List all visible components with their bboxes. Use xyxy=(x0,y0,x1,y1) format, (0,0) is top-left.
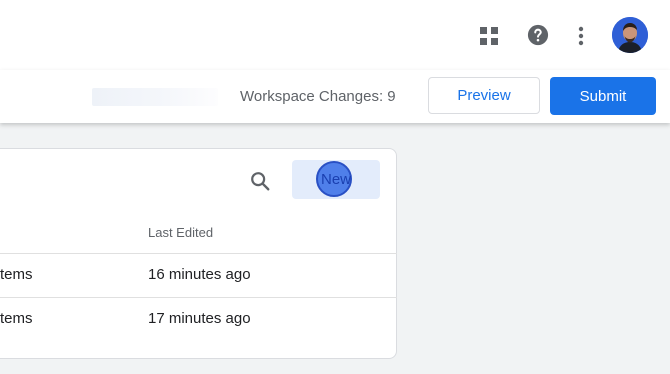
search-icon[interactable] xyxy=(249,170,271,192)
column-header-last-edited[interactable]: Last Edited xyxy=(148,225,213,240)
apps-grid-icon[interactable] xyxy=(480,27,498,45)
submit-button[interactable]: Submit xyxy=(550,77,656,115)
help-icon[interactable] xyxy=(527,24,549,46)
table-divider xyxy=(0,253,397,254)
user-avatar[interactable] xyxy=(612,17,648,53)
person-icon xyxy=(612,17,648,53)
top-app-bar xyxy=(0,0,670,71)
table-cell-last-edited: 16 minutes ago xyxy=(148,266,251,283)
table-cell-items: tems xyxy=(0,266,33,283)
table-divider xyxy=(0,297,397,298)
new-button-label: New xyxy=(320,171,351,188)
workspace-changes-count: Workspace Changes: 9 xyxy=(240,88,396,105)
table-cell-items: tems xyxy=(0,310,33,327)
redacted-workspace-name xyxy=(92,88,218,106)
preview-button[interactable]: Preview xyxy=(428,77,540,114)
table-cell-last-edited: 17 minutes ago xyxy=(148,310,251,327)
more-vert-icon[interactable] xyxy=(573,24,589,48)
new-button[interactable]: New xyxy=(292,160,380,199)
